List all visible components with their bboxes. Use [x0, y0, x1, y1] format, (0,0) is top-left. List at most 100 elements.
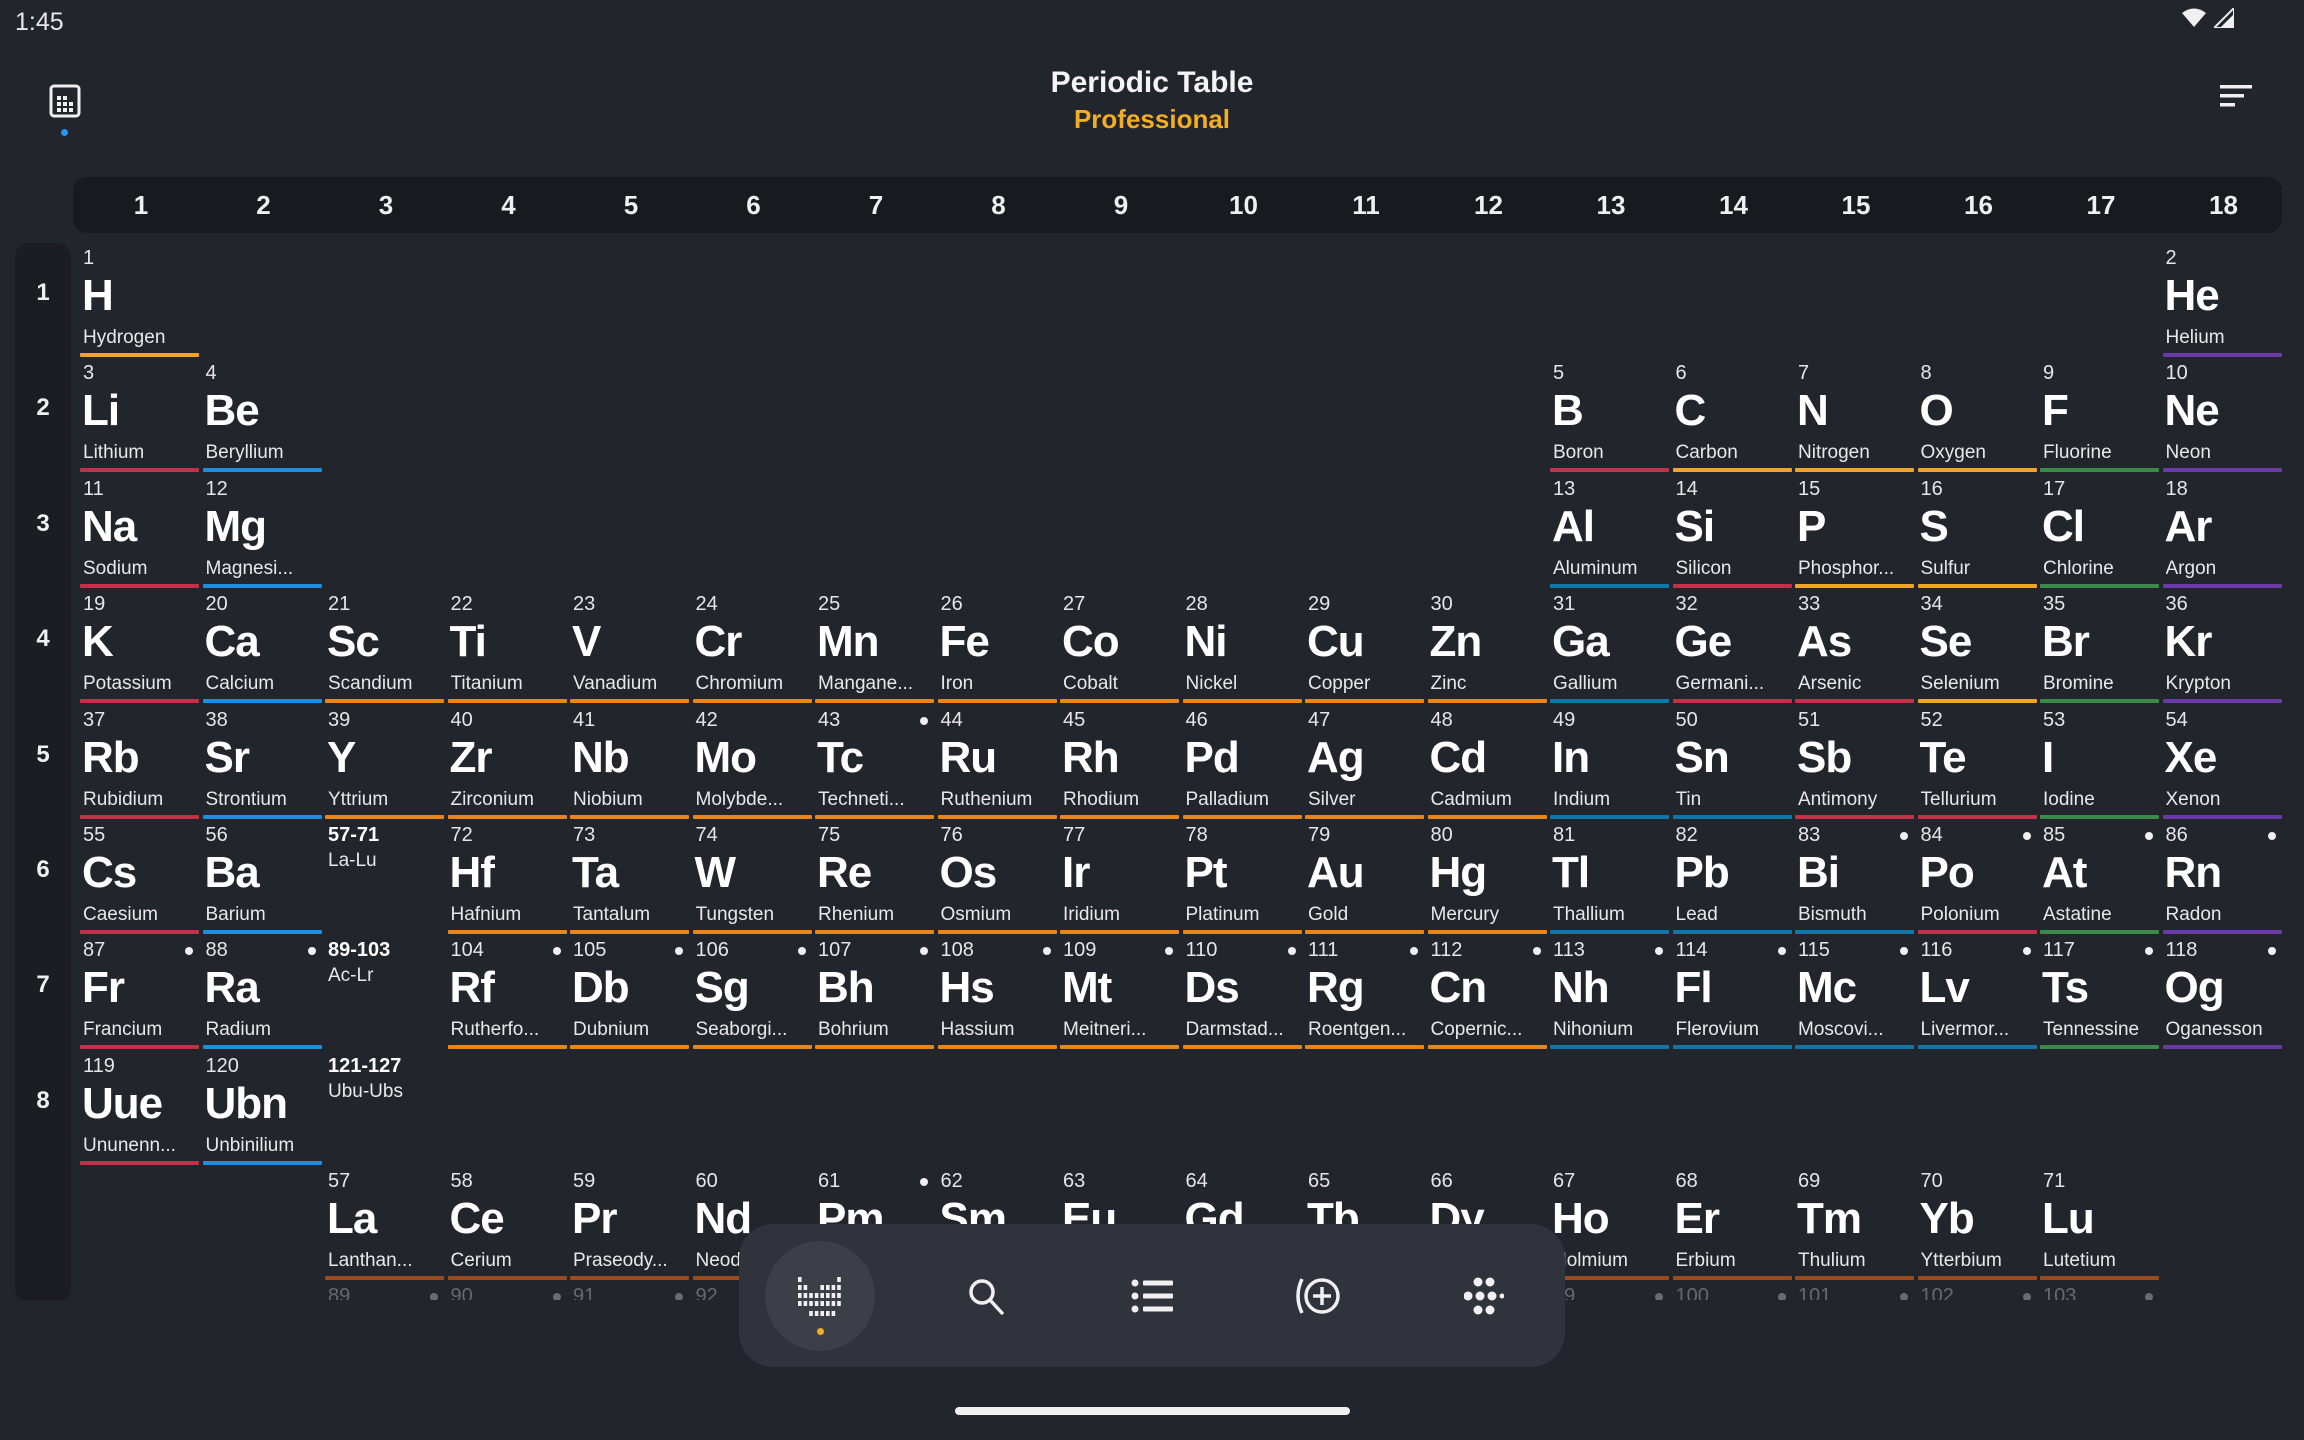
element-cell-ge[interactable]: 32 Ge Germani...: [1672, 593, 1792, 705]
element-cell-tl[interactable]: 81 Tl Thallium: [1550, 824, 1669, 936]
element-cell-ds[interactable]: 110 Ds Darmstad...: [1182, 939, 1302, 1051]
element-cell-ta[interactable]: 73 Ta Tantalum: [570, 824, 689, 936]
element-cell-ho[interactable]: 67 Ho Holmium: [1550, 1170, 1669, 1282]
element-cell-sn[interactable]: 50 Sn Tin: [1672, 709, 1792, 821]
element-cell-ra[interactable]: 88 Ra Radium: [202, 939, 322, 1051]
element-cell-w[interactable]: 74 W Tungsten: [692, 824, 812, 936]
element-cell-hs[interactable]: 108 Hs Hassium: [937, 939, 1057, 1051]
element-cell-fe[interactable]: 26 Fe Iron: [937, 593, 1057, 705]
element-cell-pd[interactable]: 46 Pd Palladium: [1182, 709, 1302, 821]
element-cell-os[interactable]: 76 Os Osmium: [937, 824, 1057, 936]
element-cell-xe[interactable]: 54 Xe Xenon: [2162, 709, 2282, 821]
period-number[interactable]: 4: [15, 625, 71, 653]
element-cell-p[interactable]: 15 P Phosphor...: [1795, 478, 1914, 590]
element-cell-ru[interactable]: 44 Ru Ruthenium: [937, 709, 1057, 821]
element-cell-se[interactable]: 34 Se Selenium: [1917, 593, 2037, 705]
element-cell-in[interactable]: 49 In Indium: [1550, 709, 1669, 821]
element-cell-rb[interactable]: 37 Rb Rubidium: [80, 709, 199, 821]
element-cell-au[interactable]: 79 Au Gold: [1305, 824, 1424, 936]
period-number[interactable]: 7: [15, 971, 71, 999]
element-cell-f[interactable]: 9 F Fluorine: [2040, 362, 2159, 474]
element-cell-sb[interactable]: 51 Sb Antimony: [1795, 709, 1914, 821]
group-number[interactable]: 4: [448, 177, 570, 233]
element-cell-n[interactable]: 7 N Nitrogen: [1795, 362, 1914, 474]
nav-tools-button[interactable]: [1263, 1241, 1373, 1351]
element-cell-mn[interactable]: 25 Mn Mangane...: [815, 593, 934, 705]
element-cell-ba[interactable]: 56 Ba Barium: [202, 824, 322, 936]
element-cell-bi[interactable]: 83 Bi Bismuth: [1795, 824, 1914, 936]
period-number[interactable]: 3: [15, 510, 71, 538]
group-number[interactable]: 12: [1428, 177, 1550, 233]
group-number[interactable]: 2: [203, 177, 325, 233]
element-cell-cr[interactable]: 24 Cr Chromium: [692, 593, 812, 705]
element-cell-cs[interactable]: 55 Cs Caesium: [80, 824, 199, 936]
element-cell-y[interactable]: 39 Y Yttrium: [325, 709, 444, 821]
period-number[interactable]: 5: [15, 741, 71, 769]
element-cell-pt[interactable]: 78 Pt Platinum: [1182, 824, 1302, 936]
group-number[interactable]: 1: [80, 177, 202, 233]
element-cell-at[interactable]: 85 At Astatine: [2040, 824, 2159, 936]
element-cell-hg[interactable]: 80 Hg Mercury: [1427, 824, 1547, 936]
element-cell-rn[interactable]: 86 Rn Radon: [2162, 824, 2282, 936]
element-cell-li[interactable]: 3 Li Lithium: [80, 362, 199, 474]
element-cell-fr[interactable]: 87 Fr Francium: [80, 939, 199, 1051]
element-cell-ts[interactable]: 117 Ts Tennessine: [2040, 939, 2159, 1051]
element-cell-rh[interactable]: 45 Rh Rhodium: [1060, 709, 1179, 821]
period-number[interactable]: 8: [15, 1087, 71, 1115]
group-number[interactable]: 18: [2163, 177, 2285, 233]
element-cell-rg[interactable]: 111 Rg Roentgen...: [1305, 939, 1424, 1051]
element-cell-be[interactable]: 4 Be Beryllium: [202, 362, 322, 474]
element-cell-ti[interactable]: 22 Ti Titanium: [447, 593, 567, 705]
period-number[interactable]: 6: [15, 856, 71, 884]
element-cell-s[interactable]: 16 S Sulfur: [1917, 478, 2037, 590]
element-cell-mo[interactable]: 42 Mo Molybde...: [692, 709, 812, 821]
element-cell-db[interactable]: 105 Db Dubnium: [570, 939, 689, 1051]
element-cell-na[interactable]: 11 Na Sodium: [80, 478, 199, 590]
element-cell-yb[interactable]: 70 Yb Ytterbium: [1917, 1170, 2037, 1282]
element-cell-tc[interactable]: 43 Tc Techneti...: [815, 709, 934, 821]
element-cell-zn[interactable]: 30 Zn Zinc: [1427, 593, 1547, 705]
series-placeholder[interactable]: 121-127 Ubu-Ubs: [325, 1055, 444, 1167]
element-cell-he[interactable]: 2 He Helium: [2162, 247, 2282, 359]
element-cell-al[interactable]: 13 Al Aluminum: [1550, 478, 1669, 590]
element-cell-h[interactable]: 1 H Hydrogen: [80, 247, 199, 359]
element-cell-pr[interactable]: 59 Pr Praseody...: [570, 1170, 689, 1282]
element-cell-si[interactable]: 14 Si Silicon: [1672, 478, 1792, 590]
group-number[interactable]: 10: [1183, 177, 1305, 233]
element-cell-bh[interactable]: 107 Bh Bohrium: [815, 939, 934, 1051]
element-cell-lv[interactable]: 116 Lv Livermor...: [1917, 939, 2037, 1051]
group-number[interactable]: 11: [1305, 177, 1427, 233]
group-number[interactable]: 8: [938, 177, 1060, 233]
element-cell-uue[interactable]: 119 Uue Ununenn...: [80, 1055, 199, 1167]
element-cell-tm[interactable]: 69 Tm Thulium: [1795, 1170, 1914, 1282]
element-cell-po[interactable]: 84 Po Polonium: [1917, 824, 2037, 936]
element-cell-nb[interactable]: 41 Nb Niobium: [570, 709, 689, 821]
element-cell-ar[interactable]: 18 Ar Argon: [2162, 478, 2282, 590]
group-number[interactable]: 15: [1795, 177, 1917, 233]
element-cell-cd[interactable]: 48 Cd Cadmium: [1427, 709, 1547, 821]
element-cell-la[interactable]: 57 La Lanthan...: [325, 1170, 444, 1282]
element-cell-c[interactable]: 6 C Carbon: [1672, 362, 1792, 474]
group-number[interactable]: 6: [693, 177, 815, 233]
element-cell-mt[interactable]: 109 Mt Meitneri...: [1060, 939, 1179, 1051]
element-cell-mg[interactable]: 12 Mg Magnesi...: [202, 478, 322, 590]
group-number[interactable]: 7: [815, 177, 937, 233]
series-placeholder[interactable]: 57-71 La-Lu: [325, 824, 444, 936]
element-cell-og[interactable]: 118 Og Oganesson: [2162, 939, 2282, 1051]
series-placeholder[interactable]: 89-103 Ac-Lr: [325, 939, 444, 1051]
element-cell-cn[interactable]: 112 Cn Copernic...: [1427, 939, 1547, 1051]
group-number[interactable]: 13: [1550, 177, 1672, 233]
element-cell-zr[interactable]: 40 Zr Zirconium: [447, 709, 567, 821]
element-cell-ni[interactable]: 28 Ni Nickel: [1182, 593, 1302, 705]
period-number[interactable]: 1: [15, 279, 71, 307]
group-number[interactable]: 14: [1673, 177, 1795, 233]
element-cell-k[interactable]: 19 K Potassium: [80, 593, 199, 705]
element-cell-o[interactable]: 8 O Oxygen: [1917, 362, 2037, 474]
element-cell-pb[interactable]: 82 Pb Lead: [1672, 824, 1792, 936]
element-cell-v[interactable]: 23 V Vanadium: [570, 593, 689, 705]
period-number[interactable]: 2: [15, 394, 71, 422]
group-number[interactable]: 3: [325, 177, 447, 233]
element-cell-kr[interactable]: 36 Kr Krypton: [2162, 593, 2282, 705]
nav-search-button[interactable]: [931, 1241, 1041, 1351]
element-cell-cu[interactable]: 29 Cu Copper: [1305, 593, 1424, 705]
